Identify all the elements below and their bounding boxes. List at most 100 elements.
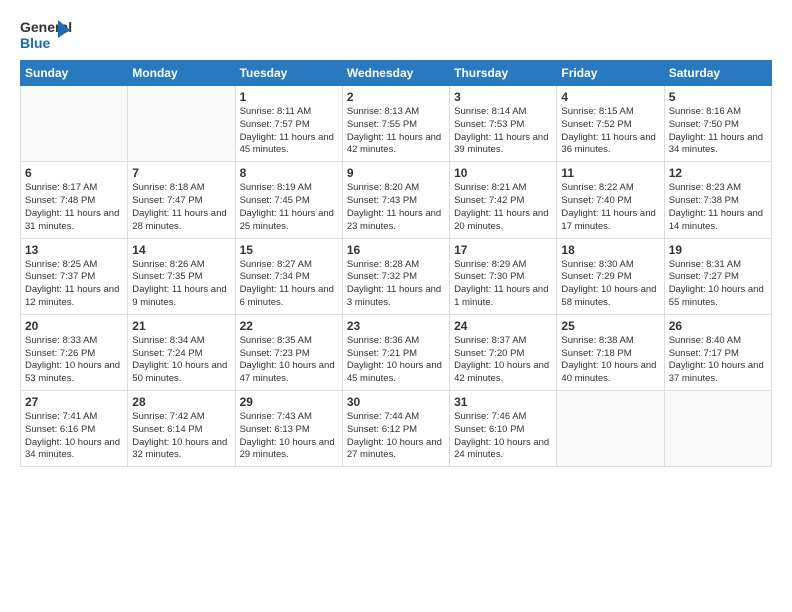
day-info: Sunrise: 8:18 AM Sunset: 7:47 PM Dayligh…: [132, 182, 230, 233]
day-info: Sunrise: 8:27 AM Sunset: 7:34 PM Dayligh…: [240, 259, 338, 310]
day-cell: 29 Sunrise: 7:43 AM Sunset: 6:13 PM Dayli…: [235, 391, 342, 467]
day-number: 22: [240, 319, 338, 333]
day-info: Sunrise: 7:41 AM Sunset: 6:16 PM Dayligh…: [25, 411, 123, 462]
day-number: 13: [25, 243, 123, 257]
weekday-thursday: Thursday: [450, 61, 557, 86]
day-number: 29: [240, 395, 338, 409]
day-number: 4: [561, 90, 659, 104]
day-number: 3: [454, 90, 552, 104]
day-cell: 2 Sunrise: 8:13 AM Sunset: 7:55 PM Daylig…: [342, 86, 449, 162]
week-row-4: 27 Sunrise: 7:41 AM Sunset: 6:16 PM Dayli…: [21, 391, 772, 467]
day-cell: 8Sunrise: 8:19 AM Sunset: 7:45 PM Daylig…: [235, 162, 342, 238]
day-number: 10: [454, 166, 552, 180]
day-cell: 6Sunrise: 8:17 AM Sunset: 7:48 PM Daylig…: [21, 162, 128, 238]
day-info: Sunrise: 8:38 AM Sunset: 7:18 PM Dayligh…: [561, 335, 659, 386]
day-number: 15: [240, 243, 338, 257]
day-number: 21: [132, 319, 230, 333]
day-number: 20: [25, 319, 123, 333]
logo: GeneralBlue: [20, 16, 72, 54]
week-row-3: 20 Sunrise: 8:33 AM Sunset: 7:26 PM Dayli…: [21, 314, 772, 390]
day-cell: 25 Sunrise: 8:38 AM Sunset: 7:18 PM Dayli…: [557, 314, 664, 390]
day-cell: 17Sunrise: 8:29 AM Sunset: 7:30 PM Dayli…: [450, 238, 557, 314]
weekday-monday: Monday: [128, 61, 235, 86]
day-cell: 16Sunrise: 8:28 AM Sunset: 7:32 PM Dayli…: [342, 238, 449, 314]
day-number: 18: [561, 243, 659, 257]
day-info: Sunrise: 8:33 AM Sunset: 7:26 PM Dayligh…: [25, 335, 123, 386]
day-number: 1: [240, 90, 338, 104]
day-number: 31: [454, 395, 552, 409]
day-info: Sunrise: 8:25 AM Sunset: 7:37 PM Dayligh…: [25, 259, 123, 310]
day-cell: 1Sunrise: 8:11 AM Sunset: 7:57 PM Daylig…: [235, 86, 342, 162]
day-cell: [128, 86, 235, 162]
day-cell: 10 Sunrise: 8:21 AM Sunset: 7:42 PM Dayli…: [450, 162, 557, 238]
day-cell: 11 Sunrise: 8:22 AM Sunset: 7:40 PM Dayli…: [557, 162, 664, 238]
svg-text:Blue: Blue: [20, 35, 51, 51]
day-cell: 22Sunrise: 8:35 AM Sunset: 7:23 PM Dayli…: [235, 314, 342, 390]
day-number: 27: [25, 395, 123, 409]
day-info: Sunrise: 8:31 AM Sunset: 7:27 PM Dayligh…: [669, 259, 767, 310]
day-cell: 28 Sunrise: 7:42 AM Sunset: 6:14 PM Dayli…: [128, 391, 235, 467]
day-info: Sunrise: 8:15 AM Sunset: 7:52 PM Dayligh…: [561, 106, 659, 157]
day-number: 24: [454, 319, 552, 333]
day-info: Sunrise: 8:22 AM Sunset: 7:40 PM Dayligh…: [561, 182, 659, 233]
day-info: Sunrise: 7:43 AM Sunset: 6:13 PM Dayligh…: [240, 411, 338, 462]
day-cell: 15 Sunrise: 8:27 AM Sunset: 7:34 PM Dayli…: [235, 238, 342, 314]
day-info: Sunrise: 8:21 AM Sunset: 7:42 PM Dayligh…: [454, 182, 552, 233]
day-number: 14: [132, 243, 230, 257]
day-number: 2: [347, 90, 445, 104]
day-cell: 13 Sunrise: 8:25 AM Sunset: 7:37 PM Dayli…: [21, 238, 128, 314]
day-cell: 5Sunrise: 8:16 AM Sunset: 7:50 PM Daylig…: [664, 86, 771, 162]
weekday-sunday: Sunday: [21, 61, 128, 86]
day-cell: 27 Sunrise: 7:41 AM Sunset: 6:16 PM Dayli…: [21, 391, 128, 467]
day-number: 7: [132, 166, 230, 180]
day-cell: 18 Sunrise: 8:30 AM Sunset: 7:29 PM Dayli…: [557, 238, 664, 314]
day-info: Sunrise: 7:46 AM Sunset: 6:10 PM Dayligh…: [454, 411, 552, 462]
day-cell: 24 Sunrise: 8:37 AM Sunset: 7:20 PM Dayli…: [450, 314, 557, 390]
page: GeneralBlue SundayMondayTuesdayWednesday…: [0, 0, 792, 477]
day-number: 26: [669, 319, 767, 333]
day-cell: 3Sunrise: 8:14 AM Sunset: 7:53 PM Daylig…: [450, 86, 557, 162]
day-number: 9: [347, 166, 445, 180]
day-number: 8: [240, 166, 338, 180]
day-number: 30: [347, 395, 445, 409]
day-number: 23: [347, 319, 445, 333]
day-cell: 12 Sunrise: 8:23 AM Sunset: 7:38 PM Dayli…: [664, 162, 771, 238]
day-cell: 21 Sunrise: 8:34 AM Sunset: 7:24 PM Dayli…: [128, 314, 235, 390]
week-row-0: 1Sunrise: 8:11 AM Sunset: 7:57 PM Daylig…: [21, 86, 772, 162]
day-info: Sunrise: 8:34 AM Sunset: 7:24 PM Dayligh…: [132, 335, 230, 386]
day-cell: 30 Sunrise: 7:44 AM Sunset: 6:12 PM Dayli…: [342, 391, 449, 467]
day-info: Sunrise: 7:44 AM Sunset: 6:12 PM Dayligh…: [347, 411, 445, 462]
day-info: Sunrise: 8:36 AM Sunset: 7:21 PM Dayligh…: [347, 335, 445, 386]
day-number: 11: [561, 166, 659, 180]
weekday-header-row: SundayMondayTuesdayWednesdayThursdayFrid…: [21, 61, 772, 86]
day-info: Sunrise: 8:29 AM Sunset: 7:30 PM Dayligh…: [454, 259, 552, 310]
day-cell: 26 Sunrise: 8:40 AM Sunset: 7:17 PM Dayli…: [664, 314, 771, 390]
day-info: Sunrise: 8:26 AM Sunset: 7:35 PM Dayligh…: [132, 259, 230, 310]
week-row-1: 6Sunrise: 8:17 AM Sunset: 7:48 PM Daylig…: [21, 162, 772, 238]
day-info: Sunrise: 8:40 AM Sunset: 7:17 PM Dayligh…: [669, 335, 767, 386]
day-info: Sunrise: 8:13 AM Sunset: 7:55 PM Dayligh…: [347, 106, 445, 157]
day-cell: [557, 391, 664, 467]
day-info: Sunrise: 7:42 AM Sunset: 6:14 PM Dayligh…: [132, 411, 230, 462]
day-cell: 7 Sunrise: 8:18 AM Sunset: 7:47 PM Daylig…: [128, 162, 235, 238]
weekday-tuesday: Tuesday: [235, 61, 342, 86]
day-number: 25: [561, 319, 659, 333]
day-info: Sunrise: 8:30 AM Sunset: 7:29 PM Dayligh…: [561, 259, 659, 310]
day-number: 5: [669, 90, 767, 104]
weekday-saturday: Saturday: [664, 61, 771, 86]
logo-svg: GeneralBlue: [20, 16, 72, 54]
header: GeneralBlue: [20, 16, 772, 54]
day-cell: 19 Sunrise: 8:31 AM Sunset: 7:27 PM Dayli…: [664, 238, 771, 314]
day-info: Sunrise: 8:37 AM Sunset: 7:20 PM Dayligh…: [454, 335, 552, 386]
day-info: Sunrise: 8:17 AM Sunset: 7:48 PM Dayligh…: [25, 182, 123, 233]
day-number: 12: [669, 166, 767, 180]
day-number: 19: [669, 243, 767, 257]
day-cell: 23 Sunrise: 8:36 AM Sunset: 7:21 PM Dayli…: [342, 314, 449, 390]
day-cell: [21, 86, 128, 162]
day-cell: 20 Sunrise: 8:33 AM Sunset: 7:26 PM Dayli…: [21, 314, 128, 390]
day-number: 28: [132, 395, 230, 409]
day-cell: 4 Sunrise: 8:15 AM Sunset: 7:52 PM Daylig…: [557, 86, 664, 162]
week-row-2: 13 Sunrise: 8:25 AM Sunset: 7:37 PM Dayli…: [21, 238, 772, 314]
weekday-friday: Friday: [557, 61, 664, 86]
day-info: Sunrise: 8:23 AM Sunset: 7:38 PM Dayligh…: [669, 182, 767, 233]
